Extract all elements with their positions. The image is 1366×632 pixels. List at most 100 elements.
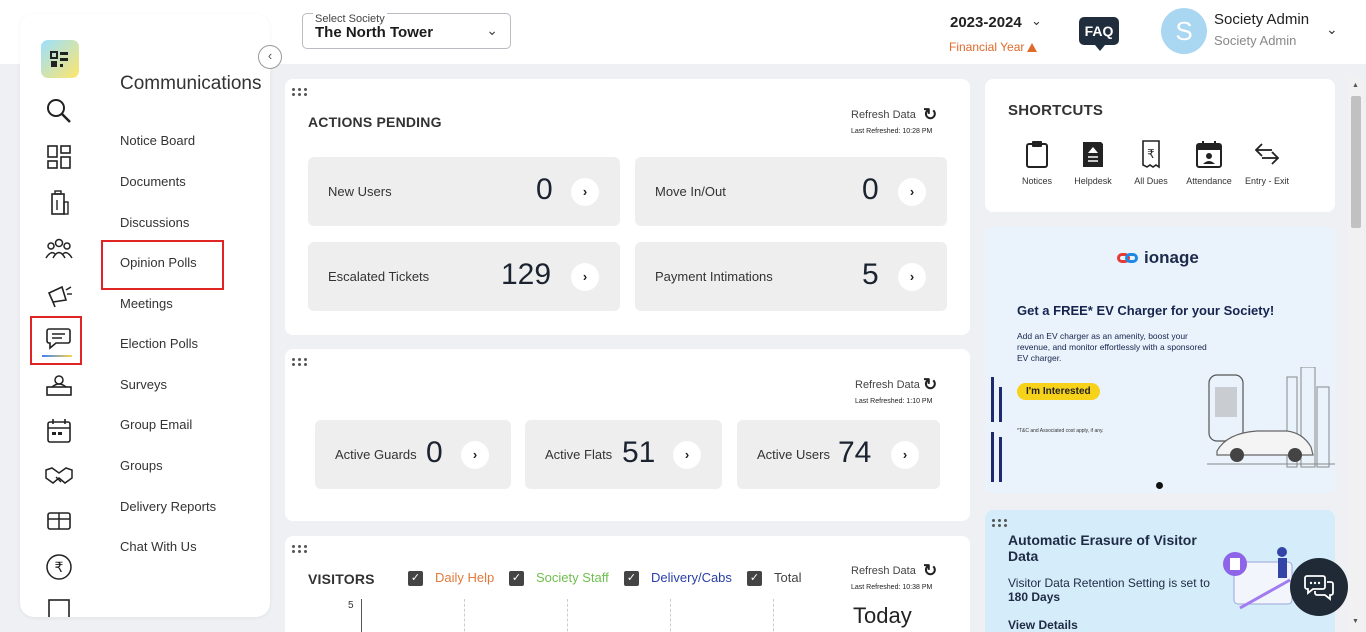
shortcut-entry-exit[interactable]: Entry - Exit (1237, 139, 1297, 186)
tile-active-users[interactable]: Active Users 74 › (737, 420, 940, 489)
tile-new-users[interactable]: New Users 0 › (308, 157, 620, 226)
drag-handle-icon[interactable] (292, 88, 310, 98)
refresh-icon[interactable]: ↻ (923, 375, 937, 395)
last-refreshed: Last Refreshed: 10:38 PM (851, 584, 933, 591)
drag-handle-icon[interactable] (992, 519, 1010, 529)
arrow-right-icon[interactable]: › (673, 441, 701, 469)
financial-year-text: Financial Year (949, 40, 1025, 54)
last-refreshed: Last Refreshed: 10:28 PM (851, 128, 933, 135)
carousel-dot[interactable] (1156, 482, 1163, 489)
helpdesk-icon[interactable] (44, 370, 74, 400)
ev-charger-ad[interactable]: ionage Get a FREE* EV Charger for your S… (985, 227, 1335, 493)
clipboard-icon (1026, 141, 1048, 168)
tile-value: 0 (862, 173, 879, 206)
shortcut-helpdesk[interactable]: Helpdesk (1063, 139, 1123, 186)
chat-icon[interactable] (44, 324, 74, 354)
grid-line (670, 599, 671, 632)
document-icon[interactable] (44, 598, 74, 617)
ad-cta-button[interactable]: I'm Interested (1017, 383, 1100, 400)
filter-society-staff[interactable]: Society Staff (536, 570, 609, 585)
scroll-down-arrow[interactable]: ▼ (1352, 618, 1359, 625)
chat-support-button[interactable] (1290, 558, 1348, 616)
actions-pending-card: ACTIONS PENDING Refresh Data ↻ Last Refr… (285, 79, 970, 335)
menu-item-notice-board[interactable]: Notice Board (120, 133, 195, 148)
ev-car-illustration (1207, 367, 1335, 468)
arrow-right-icon[interactable]: › (891, 441, 919, 469)
chevron-down-icon[interactable]: ⌄ (1326, 21, 1338, 38)
menu-item-election-polls[interactable]: Election Polls (120, 336, 198, 351)
menu-item-groups[interactable]: Groups (120, 458, 163, 473)
last-refreshed: Last Refreshed: 1:10 PM (855, 398, 933, 405)
handshake-icon[interactable] (44, 460, 74, 490)
attendance-icon (1196, 141, 1222, 168)
faq-button[interactable]: FAQ (1079, 17, 1119, 51)
menu-item-documents[interactable]: Documents (120, 174, 186, 189)
menu-item-group-email[interactable]: Group Email (120, 417, 192, 432)
ionage-logo-icon (1117, 251, 1139, 265)
refresh-data-button[interactable]: Refresh Data (855, 379, 920, 391)
svg-text:₹: ₹ (55, 560, 64, 576)
ad-decorative-lines (991, 377, 1002, 487)
filter-daily-help[interactable]: Daily Help (435, 570, 494, 585)
menu-item-surveys[interactable]: Surveys (120, 377, 167, 392)
arrow-right-icon[interactable]: › (571, 178, 599, 206)
amenities-icon[interactable] (44, 506, 74, 536)
app-logo[interactable] (41, 40, 79, 78)
drag-handle-icon[interactable] (292, 358, 310, 368)
rupee-icon[interactable]: ₹ (44, 552, 74, 582)
year-select[interactable]: 2023-2024 (950, 14, 1022, 31)
tile-move-in-out[interactable]: Move In/Out 0 › (635, 157, 947, 226)
tile-label: Move In/Out (655, 184, 726, 199)
arrow-right-icon[interactable]: › (898, 263, 926, 291)
arrow-right-icon[interactable]: › (461, 441, 489, 469)
refresh-icon[interactable]: ↻ (923, 561, 937, 581)
tile-active-guards[interactable]: Active Guards 0 › (315, 420, 511, 489)
menu-item-discussions[interactable]: Discussions (120, 215, 189, 230)
page-scrollbar[interactable]: ▲ ▼ (1348, 78, 1364, 632)
checkbox-total[interactable]: ✓ (747, 571, 762, 586)
ad-headline: Get a FREE* EV Charger for your Society! (1017, 303, 1275, 318)
filter-delivery-cabs[interactable]: Delivery/Cabs (651, 570, 732, 585)
erasure-title: Automatic Erasure of Visitor Data (1008, 532, 1197, 564)
dashboard-icon[interactable] (44, 142, 74, 172)
tile-active-flats[interactable]: Active Flats 51 › (525, 420, 722, 489)
drag-handle-icon[interactable] (292, 545, 310, 555)
tile-escalated-tickets[interactable]: Escalated Tickets 129 › (308, 242, 620, 311)
filter-total[interactable]: Total (774, 570, 801, 585)
arrow-right-icon[interactable]: › (898, 178, 926, 206)
entry-exit-icon (1254, 143, 1280, 165)
checkbox-delivery-cabs[interactable]: ✓ (624, 571, 639, 586)
refresh-data-button[interactable]: Refresh Data (851, 109, 916, 121)
chevron-down-icon: ⌄ (486, 22, 498, 38)
ad-disclaimer: *T&C and Associated cost apply, if any. (1017, 428, 1104, 434)
shortcut-label: Notices (1021, 176, 1052, 186)
megaphone-icon[interactable] (44, 280, 74, 310)
shortcut-label: Attendance (1186, 176, 1232, 186)
menu-item-chat-with-us[interactable]: Chat With Us (120, 539, 197, 554)
society-select[interactable]: Select Society The North Tower ⌄ (302, 13, 511, 49)
shortcut-attendance[interactable]: Attendance (1179, 139, 1239, 186)
menu-item-delivery-reports[interactable]: Delivery Reports (120, 499, 216, 514)
avatar[interactable]: S (1161, 8, 1207, 54)
residents-icon[interactable] (44, 234, 74, 264)
menu-item-opinion-polls[interactable]: Opinion Polls (120, 255, 197, 270)
refresh-data-button[interactable]: Refresh Data (851, 565, 916, 577)
search-icon[interactable] (44, 96, 74, 126)
checkbox-daily-help[interactable]: ✓ (408, 571, 423, 586)
view-details-link[interactable]: View Details (1008, 618, 1078, 632)
menu-item-meetings[interactable]: Meetings (120, 296, 173, 311)
scroll-thumb[interactable] (1351, 96, 1361, 228)
calendar-icon[interactable] (44, 416, 74, 446)
chevron-down-icon[interactable]: ⌄ (1031, 13, 1042, 29)
refresh-icon[interactable]: ↻ (923, 105, 937, 125)
user-name[interactable]: Society Admin (1214, 11, 1309, 28)
shortcut-notices[interactable]: Notices (1007, 139, 1067, 186)
building-icon[interactable] (44, 188, 74, 218)
shortcut-all-dues[interactable]: ₹ All Dues (1121, 139, 1181, 186)
arrow-right-icon[interactable]: › (571, 263, 599, 291)
tile-value: 0 (536, 173, 553, 206)
collapse-sidebar-button[interactable]: ‹ (258, 45, 282, 69)
checkbox-society-staff[interactable]: ✓ (509, 571, 524, 586)
scroll-up-arrow[interactable]: ▲ (1352, 82, 1359, 89)
tile-payment-intimations[interactable]: Payment Intimations 5 › (635, 242, 947, 311)
